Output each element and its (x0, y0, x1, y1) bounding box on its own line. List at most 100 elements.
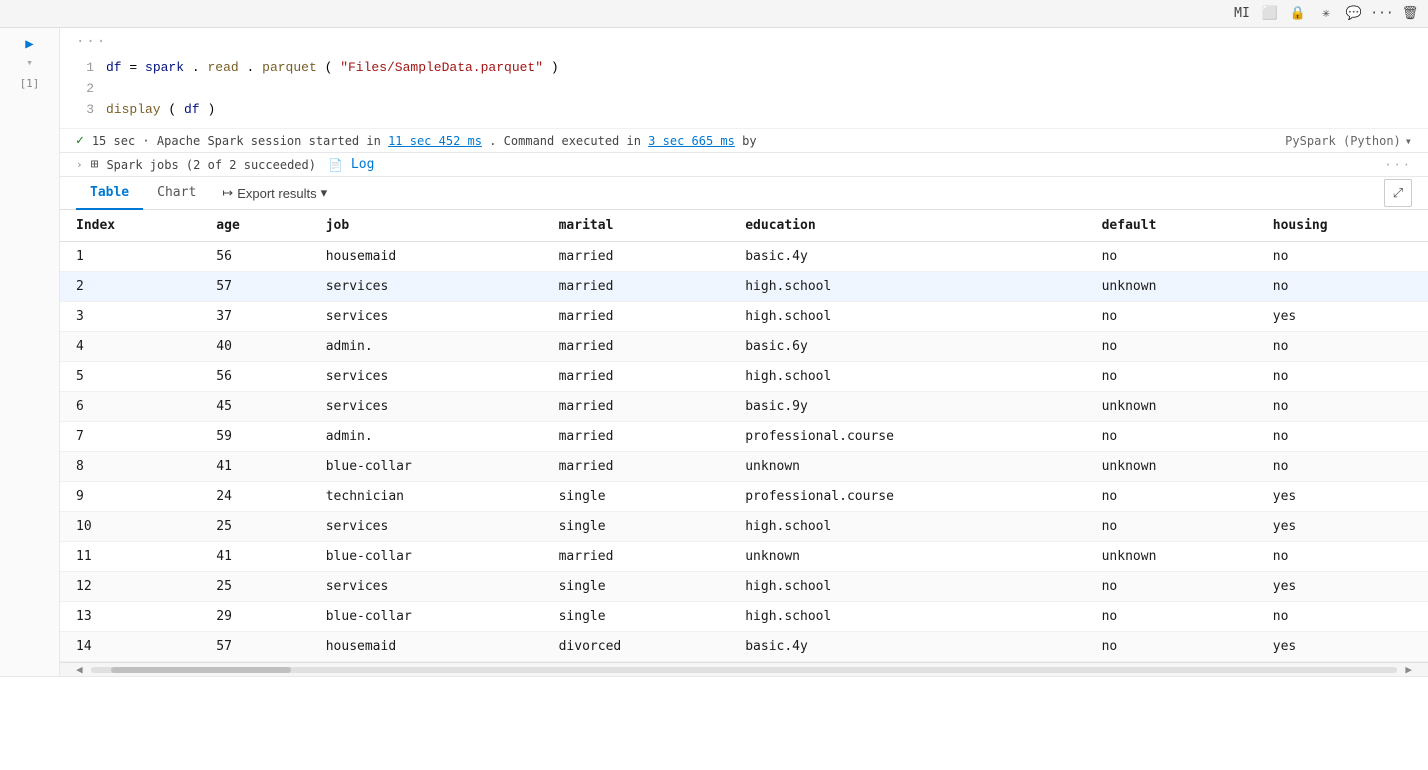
cell-job: blue-collar (310, 452, 543, 482)
collapse-icon[interactable]: ▾ (26, 56, 33, 69)
code-editor[interactable]: 1 df = spark . read . parquet ( "Files/S… (60, 50, 1428, 129)
trash-icon[interactable]: 🗑 (1400, 4, 1420, 24)
cell-education: high.school (729, 362, 1085, 392)
output-more-button[interactable]: ··· (1384, 158, 1412, 172)
export-label: Export results (237, 186, 316, 201)
cell-age: 57 (200, 272, 309, 302)
tab-chart[interactable]: Chart (143, 177, 210, 210)
cell-job: services (310, 362, 543, 392)
cell-job: housemaid (310, 242, 543, 272)
cell-index: 11 (60, 542, 200, 572)
run-button[interactable]: ▶ (25, 36, 33, 52)
cell-default: no (1086, 362, 1257, 392)
table-row: 156housemaidmarriedbasic.4ynono (60, 242, 1428, 272)
pyspark-label: PySpark (Python) (1285, 134, 1401, 148)
cell-marital: married (543, 242, 730, 272)
data-table: Index age job marital education default … (60, 210, 1428, 662)
h-scrollbar-track[interactable] (91, 667, 1398, 673)
lock-icon[interactable]: 🔒 (1288, 4, 1308, 24)
screen-icon[interactable]: ⬜ (1260, 4, 1280, 24)
cell-more-button[interactable]: ··· (76, 34, 107, 50)
table-row: 1329blue-collarsinglehigh.schoolnono (60, 602, 1428, 632)
pyspark-dropdown[interactable]: ▾ (1405, 134, 1412, 148)
col-header-index: Index (60, 210, 200, 242)
cell-age: 56 (200, 242, 309, 272)
h-scroll-left-arrow[interactable]: ◀ (76, 663, 83, 676)
cell-age: 59 (200, 422, 309, 452)
cell-job: services (310, 302, 543, 332)
cell-default: no (1086, 242, 1257, 272)
status-link2[interactable]: 3 sec 665 ms (648, 134, 735, 148)
cell-run-label: [1] (20, 77, 40, 90)
cell-education: basic.4y (729, 632, 1085, 662)
cell-housing: no (1257, 362, 1428, 392)
cell-job: services (310, 272, 543, 302)
table-tabs: Table Chart ↦ Export results ▾ ⤢ (60, 177, 1428, 210)
asterisk-icon[interactable]: ✳ (1316, 4, 1336, 24)
cell-index: 4 (60, 332, 200, 362)
mi-icon[interactable]: MI (1232, 4, 1252, 24)
code-line-3: 3 display ( df ) (76, 100, 1412, 121)
data-table-wrapper[interactable]: Index age job marital education default … (60, 210, 1428, 662)
export-chevron: ▾ (321, 185, 328, 201)
table-row: 759admin.marriedprofessional.coursenono (60, 422, 1428, 452)
cell-age: 41 (200, 452, 309, 482)
col-header-housing: housing (1257, 210, 1428, 242)
cell-marital: married (543, 272, 730, 302)
cell-marital: married (543, 452, 730, 482)
status-by: by (742, 134, 756, 148)
h-scrollbar[interactable]: ◀ ▶ (60, 662, 1428, 676)
cell-default: unknown (1086, 452, 1257, 482)
cell-job: services (310, 392, 543, 422)
cell-age: 45 (200, 392, 309, 422)
notebook-container: ▶ ▾ [1] ··· 1 df = spark . read (0, 28, 1428, 770)
cell-education: basic.6y (729, 332, 1085, 362)
table-body: 156housemaidmarriedbasic.4ynono257servic… (60, 242, 1428, 662)
cell-age: 29 (200, 602, 309, 632)
cell-housing: no (1257, 422, 1428, 452)
table-row: 337servicesmarriedhigh.schoolnoyes (60, 302, 1428, 332)
tab-table[interactable]: Table (76, 177, 143, 210)
cell-housing: no (1257, 272, 1428, 302)
log-link[interactable]: Log (351, 157, 374, 172)
cell-index: 7 (60, 422, 200, 452)
cell-education: professional.course (729, 422, 1085, 452)
cell-default: no (1086, 332, 1257, 362)
status-right: PySpark (Python) ▾ (1285, 134, 1412, 148)
table-row: 1225servicessinglehigh.schoolnoyes (60, 572, 1428, 602)
cell-education: professional.course (729, 482, 1085, 512)
cell-age: 41 (200, 542, 309, 572)
cell-age: 25 (200, 572, 309, 602)
table-row: 841blue-collarmarriedunknownunknownno (60, 452, 1428, 482)
table-expand-button[interactable]: ⤢ (1384, 179, 1412, 207)
cell-marital: divorced (543, 632, 730, 662)
table-jobs-icon: ⊞ (91, 157, 99, 172)
more-icon[interactable]: ··· (1372, 4, 1392, 24)
jobs-expand-icon[interactable]: › (76, 158, 83, 171)
cell-job: admin. (310, 332, 543, 362)
cell-housing: yes (1257, 512, 1428, 542)
cell-default: no (1086, 572, 1257, 602)
cell-index: 8 (60, 452, 200, 482)
table-row: 1457housemaiddivorcedbasic.4ynoyes (60, 632, 1428, 662)
cell-default: no (1086, 602, 1257, 632)
cell-job: blue-collar (310, 542, 543, 572)
cell-housing: yes (1257, 632, 1428, 662)
cell-index: 5 (60, 362, 200, 392)
export-results-button[interactable]: ↦ Export results ▾ (210, 179, 339, 207)
h-scrollbar-thumb[interactable] (111, 667, 291, 673)
chat-icon[interactable]: 💬 (1344, 4, 1364, 24)
cell-index: 2 (60, 272, 200, 302)
cell-education: basic.4y (729, 242, 1085, 272)
h-scroll-right-arrow[interactable]: ▶ (1405, 663, 1412, 676)
jobs-bar: › ⊞ Spark jobs (2 of 2 succeeded) 📄 Log … (60, 153, 1428, 177)
cell-age: 56 (200, 362, 309, 392)
cell-housing: no (1257, 392, 1428, 422)
cell-marital: single (543, 482, 730, 512)
table-header-row: Index age job marital education default … (60, 210, 1428, 242)
status-desc: · Apache Spark session started in (142, 134, 388, 148)
table-tabs-right: ⤢ (1384, 179, 1412, 207)
status-link[interactable]: 11 sec 452 ms (388, 134, 482, 148)
cell-gutter: ▶ ▾ [1] (0, 28, 60, 676)
cell-marital: married (543, 362, 730, 392)
